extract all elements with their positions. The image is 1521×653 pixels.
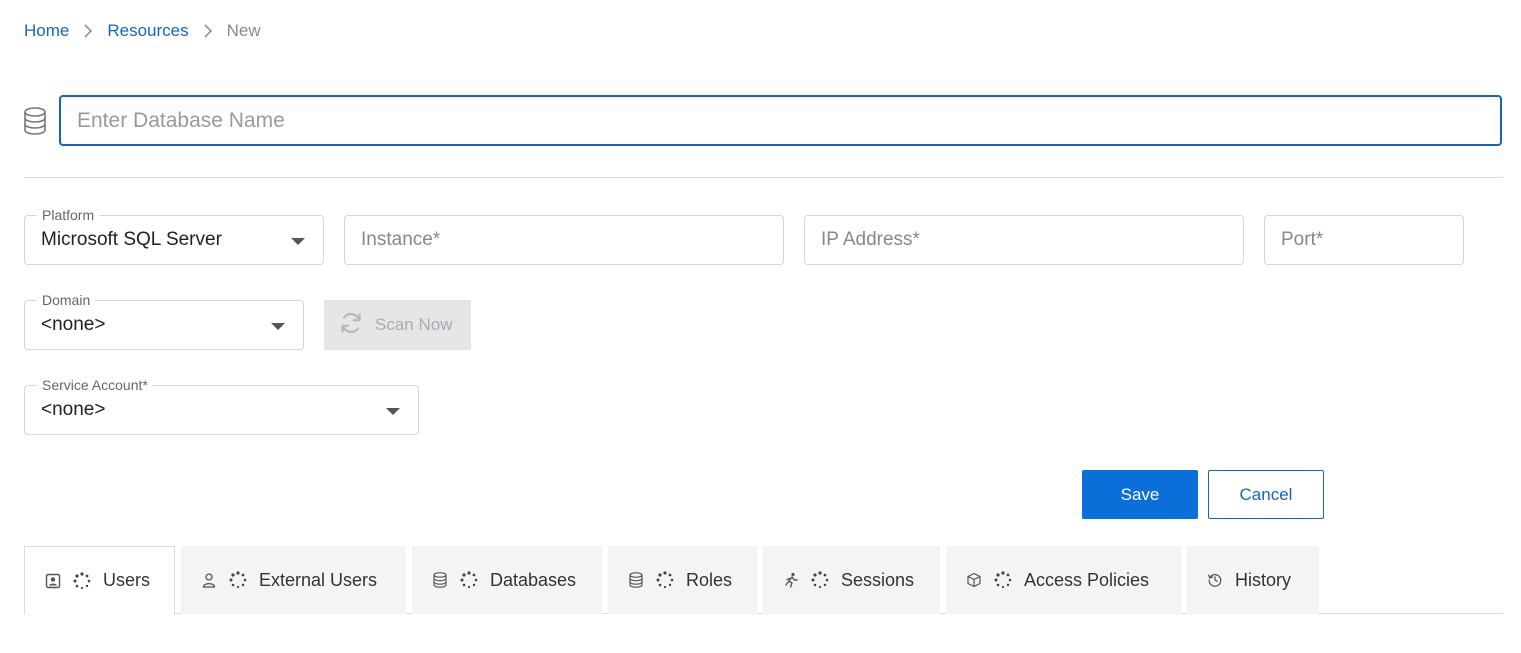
database-name-input[interactable] (59, 95, 1502, 146)
domain-label: Domain (37, 291, 96, 309)
divider (24, 177, 1503, 178)
cube-icon (966, 572, 982, 588)
tab-users[interactable]: Users (24, 546, 175, 615)
service-account-value: <none> (41, 399, 106, 420)
caret-down-icon (271, 323, 285, 330)
loading-spinner-icon (656, 571, 674, 589)
tab-history-label: History (1235, 569, 1292, 590)
refresh-icon (339, 311, 363, 340)
database-icon (432, 572, 448, 588)
tab-databases-label: Databases (490, 569, 577, 590)
tab-external-users[interactable]: External Users (181, 546, 406, 614)
running-person-icon (783, 572, 799, 588)
tab-external-users-label: External Users (259, 569, 378, 590)
tab-roles[interactable]: Roles (608, 546, 757, 614)
loading-spinner-icon (229, 571, 247, 589)
tab-access-policies-label: Access Policies (1024, 569, 1150, 590)
scan-now-label: Scan Now (375, 315, 453, 334)
port-field[interactable] (1264, 215, 1464, 265)
service-account-label: Service Account* (37, 376, 153, 394)
tab-access-policies[interactable]: Access Policies (946, 546, 1181, 614)
chevron-right-icon (83, 24, 93, 38)
platform-label: Platform (37, 206, 100, 224)
platform-select[interactable]: Platform Microsoft SQL Server (24, 206, 324, 265)
breadcrumb-current: New (226, 21, 261, 40)
save-button[interactable]: Save (1082, 470, 1198, 519)
database-icon (628, 572, 644, 588)
history-icon (1207, 572, 1223, 588)
loading-spinner-icon (460, 571, 478, 589)
tab-sessions[interactable]: Sessions (763, 546, 940, 614)
loading-spinner-icon (994, 571, 1012, 589)
port-input[interactable] (1281, 229, 1447, 251)
user-card-icon (45, 573, 61, 589)
scan-now-button[interactable]: Scan Now (324, 300, 471, 350)
ip-address-field[interactable] (804, 215, 1244, 265)
instance-input[interactable] (361, 229, 767, 251)
caret-down-icon (291, 238, 305, 245)
tab-bar: Users External Users Databases Roles Ses… (24, 546, 1325, 615)
ip-address-input[interactable] (821, 229, 1227, 251)
caret-down-icon (386, 408, 400, 415)
tab-history[interactable]: History (1187, 546, 1319, 614)
platform-value: Microsoft SQL Server (41, 229, 222, 250)
breadcrumb-resources-link[interactable]: Resources (107, 21, 188, 41)
breadcrumb: Home Resources New (24, 20, 261, 42)
cancel-button[interactable]: Cancel (1208, 470, 1324, 519)
chevron-right-icon (203, 24, 213, 38)
domain-value: <none> (41, 314, 106, 335)
tab-databases[interactable]: Databases (412, 546, 602, 614)
loading-spinner-icon (73, 571, 91, 590)
service-account-select[interactable]: Service Account* <none> (24, 376, 419, 435)
tab-roles-label: Roles (686, 569, 733, 590)
instance-field[interactable] (344, 215, 784, 265)
domain-select[interactable]: Domain <none> (24, 291, 304, 350)
database-icon (23, 107, 47, 135)
loading-spinner-icon (811, 571, 829, 589)
tab-sessions-label: Sessions (841, 569, 915, 590)
tab-users-label: Users (103, 570, 151, 590)
breadcrumb-home-link[interactable]: Home (24, 21, 69, 41)
person-icon (201, 572, 217, 588)
